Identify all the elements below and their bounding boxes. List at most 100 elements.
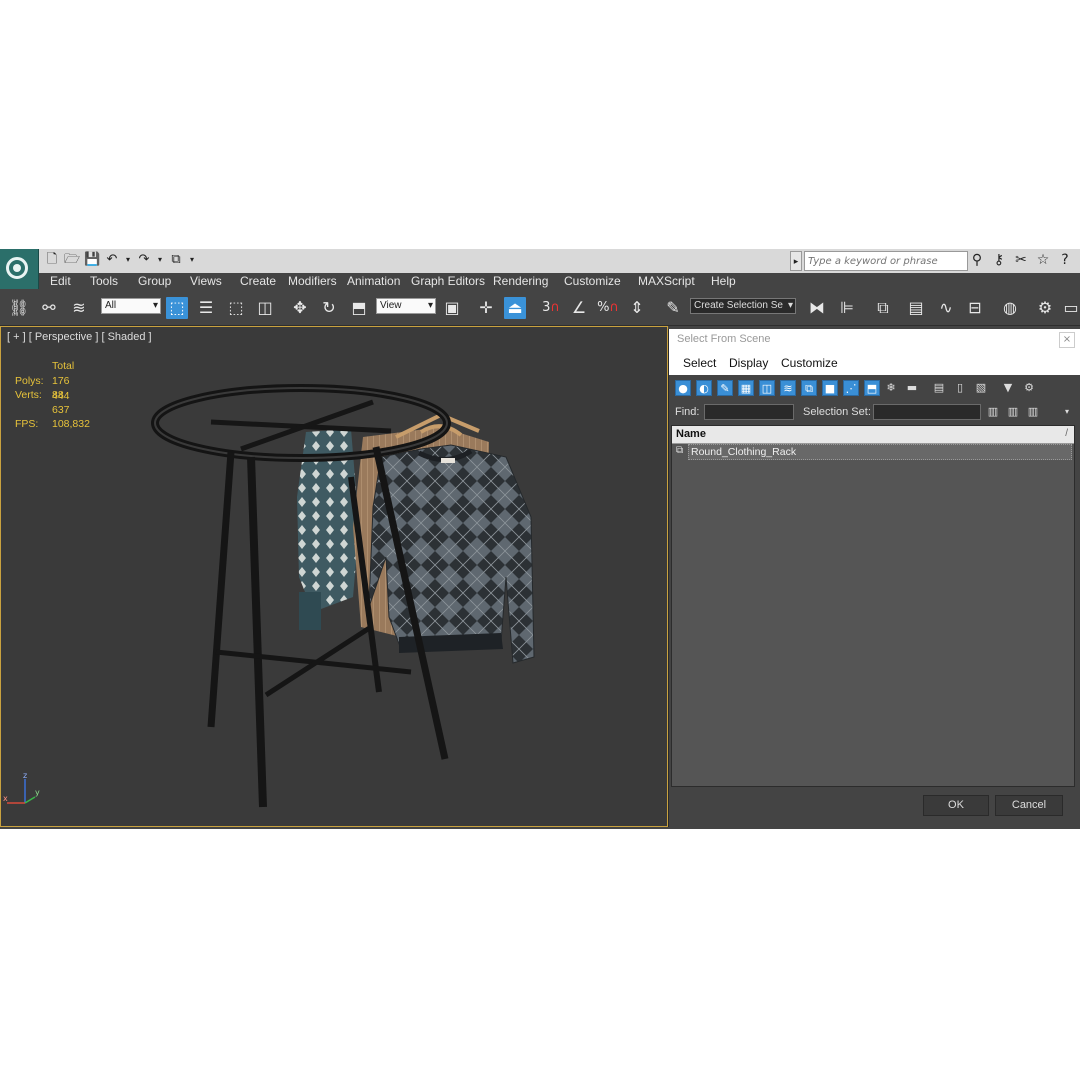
named-selection-set-dropdown[interactable]: Create Selection Se [690,298,796,314]
pivot-center-icon[interactable]: ▣ [441,297,463,319]
dialog-menu-customize[interactable]: Customize [781,356,838,370]
remove-from-set-icon[interactable]: ▥ [1025,404,1041,420]
display-containers-icon[interactable]: ⬒ [864,380,880,396]
align-icon[interactable]: ⊫ [836,297,858,319]
unlink-icon[interactable]: ⚯ [38,297,60,319]
menu-customize[interactable]: Customize [564,273,621,290]
toggle-ribbon-icon[interactable]: ▤ [905,297,927,319]
display-groups-icon[interactable]: ⧉ [801,380,817,396]
display-spacewarps-icon[interactable]: ≋ [780,380,796,396]
select-none-icon[interactable]: ▯ [952,380,968,396]
dialog-title: Select From Scene [677,333,771,345]
app-logo[interactable] [0,249,39,289]
undo-dropdown-icon[interactable]: ▾ [124,251,132,269]
bind-space-warp-icon[interactable]: ≋ [68,297,90,319]
angle-snap-icon[interactable]: ∠ [568,297,590,319]
search-input[interactable] [804,251,968,271]
dialog-menu-select[interactable]: Select [683,356,716,370]
select-invert-icon[interactable]: ▧ [973,380,989,396]
save-selection-set-icon[interactable]: ▥ [985,404,1001,420]
label-tag [441,458,455,463]
redo-icon[interactable]: ↷ [136,251,152,269]
menu-help[interactable]: Help [711,273,736,290]
selection-set-dropdown[interactable] [873,404,981,420]
dialog-menu-display[interactable]: Display [729,356,768,370]
project-folder-icon[interactable]: ⧉ [168,251,184,269]
rectangular-selection-icon[interactable]: ⬚ [225,297,247,319]
axis-z-label: z [23,771,27,780]
save-icon[interactable]: 💾 [84,251,100,269]
display-helpers-icon[interactable]: ◫ [759,380,775,396]
find-input[interactable] [704,404,794,420]
menu-modifiers[interactable]: Modifiers [288,273,337,290]
undo-icon[interactable]: ↶ [104,251,120,269]
redo-dropdown-icon[interactable]: ▾ [156,251,164,269]
mirror-icon[interactable]: ⧓ [806,297,828,319]
select-manipulate-icon[interactable]: ✛ [475,297,497,319]
schematic-view-icon[interactable]: ⊟ [964,297,986,319]
help-icon[interactable]: ? [1056,251,1074,269]
menu-maxscript[interactable]: MAXScript [638,273,695,290]
menu-create[interactable]: Create [240,273,276,290]
group-icon: ⧉ [676,445,684,456]
selection-set-label: Selection Set: [803,406,871,418]
curve-editor-icon[interactable]: ∿ [935,297,957,319]
percent-snap-icon[interactable]: %∩ [597,297,619,319]
material-editor-icon[interactable]: ◍ [999,297,1021,319]
edit-named-selection-icon[interactable]: ✎ [662,297,684,319]
rotate-icon[interactable]: ↻ [318,297,340,319]
display-shapes-icon[interactable]: ◐ [696,380,712,396]
keyboard-shortcut-override-icon[interactable]: ⏏ [504,297,526,319]
filter-icon[interactable]: ▼ [1000,380,1016,396]
column-name-label: Name [676,428,706,440]
list-item[interactable]: ⧉ Round_Clothing_Rack [672,444,1074,460]
filter-options-icon[interactable]: ⚙ [1021,380,1037,396]
menu-group[interactable]: Group [138,273,171,290]
add-to-set-icon[interactable]: ▥ [1005,404,1021,420]
render-frame-icon[interactable]: ▭ [1060,297,1080,319]
perspective-viewport[interactable]: [ + ] [ Perspective ] [ Shaded ] Total P… [0,326,668,827]
select-object-icon[interactable]: ⬚ [166,297,188,319]
select-by-name-icon[interactable]: ☰ [195,297,217,319]
star-icon[interactable]: ☆ [1034,251,1052,269]
menu-rendering[interactable]: Rendering [493,273,548,290]
ok-button[interactable]: OK [923,795,989,816]
layer-explorer-icon[interactable]: ⧉ [872,297,894,319]
tools-icon[interactable]: ✂ [1012,251,1030,269]
axis-y-line [24,796,36,804]
column-header-name[interactable]: Name / [672,426,1074,444]
display-xrefs-icon[interactable]: ■ [822,380,838,396]
new-file-icon[interactable]: 🗋 [44,251,60,269]
reference-coordinate-dropdown[interactable]: View [376,298,436,314]
binoculars-icon[interactable]: ⚲ [968,251,986,269]
selection-filter-dropdown[interactable]: All [101,298,161,314]
display-cameras-icon[interactable]: ▦ [738,380,754,396]
select-all-icon[interactable]: ▤ [931,380,947,396]
rack-ring-highlight [154,387,448,459]
display-hidden-icon[interactable]: ▬ [904,380,920,396]
close-icon[interactable]: × [1059,332,1075,348]
spinner-snap-icon[interactable]: ⇕ [626,297,648,319]
menu-views[interactable]: Views [190,273,222,290]
snaps-toggle-icon[interactable]: 3∩ [540,297,562,319]
key-icon[interactable]: ⚷ [990,251,1008,269]
menu-edit[interactable]: Edit [50,273,71,290]
window-crossing-icon[interactable]: ◫ [254,297,276,319]
search-expand-icon[interactable]: ▸ [790,251,802,271]
link-icon[interactable]: ⛓ [8,297,30,319]
menu-tools[interactable]: Tools [90,273,118,290]
select-from-scene-dialog: Select From Scene × Select Display Custo… [668,329,1080,827]
display-frozen-icon[interactable]: ❄ [883,380,899,396]
open-file-icon[interactable]: 🗁 [64,251,80,269]
menu-animation[interactable]: Animation [347,273,400,290]
move-icon[interactable]: ✥ [289,297,311,319]
cancel-button[interactable]: Cancel [995,795,1063,816]
display-geometry-icon[interactable]: ● [675,380,691,396]
options-dropdown-icon[interactable]: ▾ [1059,404,1075,420]
display-bones-icon[interactable]: ⋰ [843,380,859,396]
scale-icon[interactable]: ⬒ [348,297,370,319]
display-lights-icon[interactable]: ✎ [717,380,733,396]
render-setup-icon[interactable]: ⚙ [1034,297,1056,319]
menu-graph-editors[interactable]: Graph Editors [411,273,485,290]
qa-dropdown-icon[interactable]: ▾ [188,251,196,269]
